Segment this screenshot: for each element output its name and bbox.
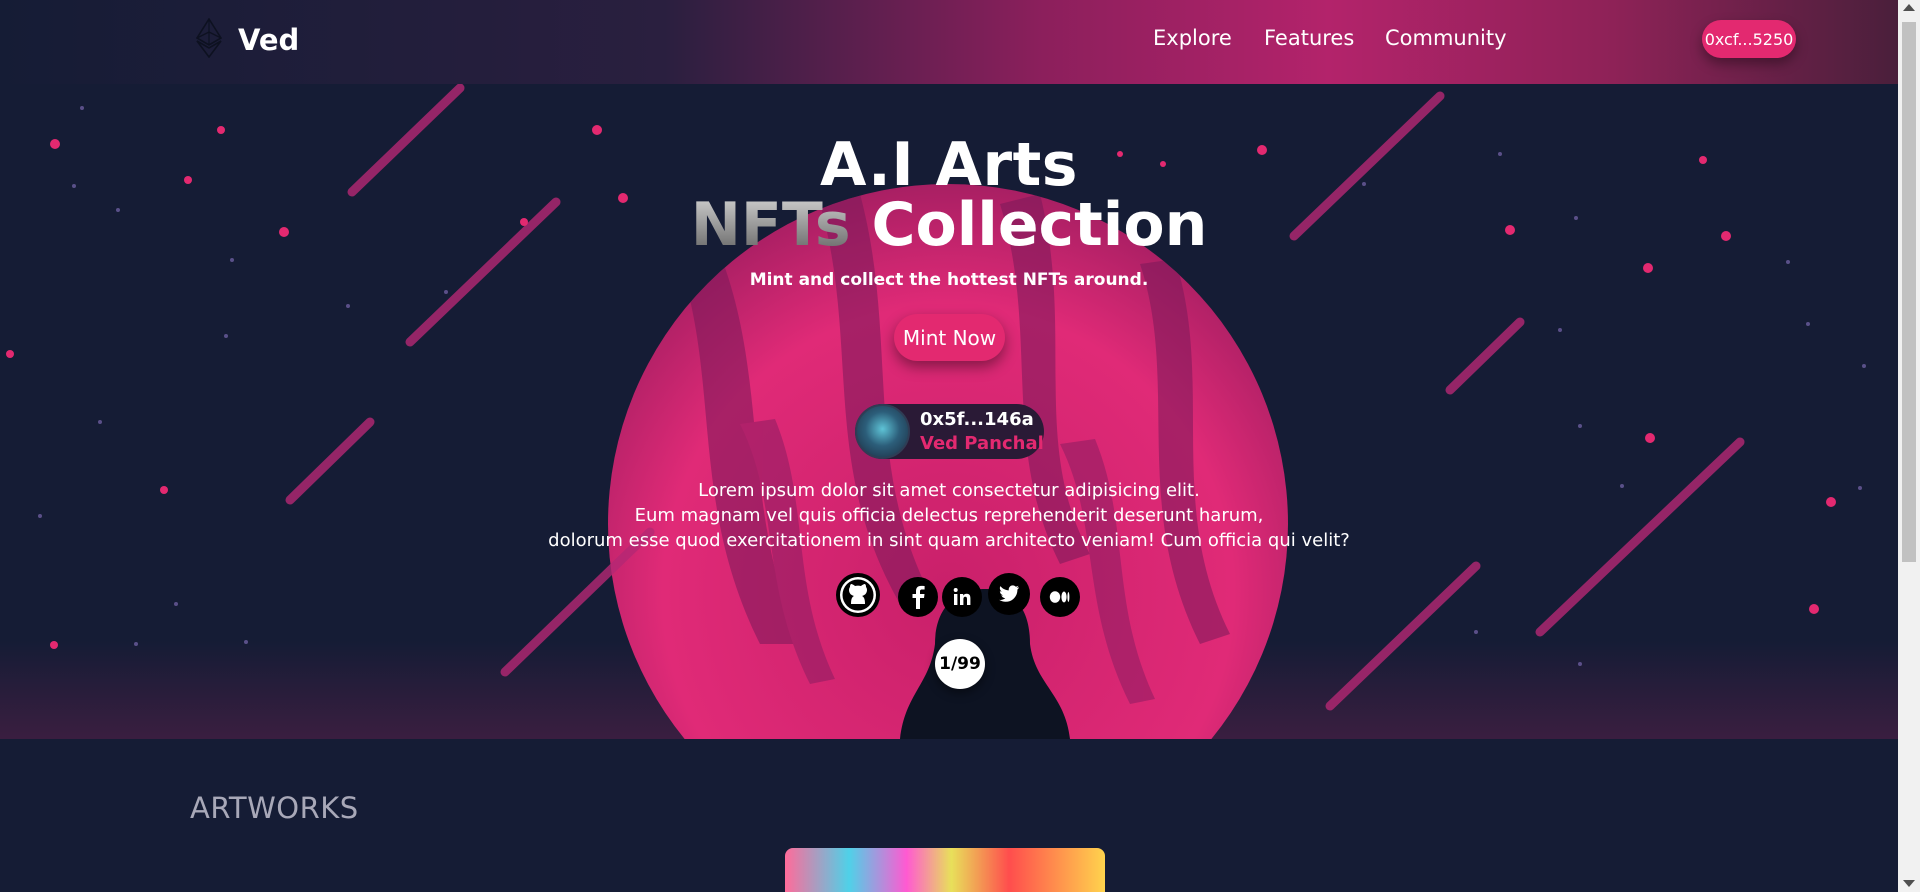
page-scrollbar[interactable] <box>1898 0 1920 892</box>
wallet-address-button[interactable]: 0xcf...5250 <box>1702 20 1796 58</box>
nav-explore[interactable]: Explore <box>1153 26 1232 50</box>
scroll-up-icon[interactable] <box>1903 4 1915 11</box>
scrollbar-thumb[interactable] <box>1902 22 1916 562</box>
facebook-icon[interactable] <box>898 577 938 617</box>
ethereum-icon <box>195 17 223 62</box>
medium-icon[interactable] <box>1040 577 1080 617</box>
hero-title-line2: NFTs Collection <box>0 190 1898 260</box>
mint-now-button[interactable]: Mint Now <box>894 314 1005 361</box>
nav-community[interactable]: Community <box>1385 26 1507 50</box>
logo[interactable]: Ved <box>195 17 300 62</box>
hero-description: Lorem ipsum dolor sit amet consectetur a… <box>0 478 1898 553</box>
owner-info: 0x5f...146a Ved Panchal <box>920 408 1044 456</box>
page: Ved Explore Features Community 0xcf...52… <box>0 0 1920 892</box>
artwork-card-image[interactable] <box>785 848 1105 892</box>
hero-subtitle: Mint and collect the hottest NFTs around… <box>749 270 1149 290</box>
owner-card[interactable]: 0x5f...146a Ved Panchal <box>855 404 1044 459</box>
logo-text: Ved <box>238 23 300 57</box>
header: Ved Explore Features Community 0xcf...52… <box>0 0 1898 84</box>
nav-features[interactable]: Features <box>1264 26 1354 50</box>
description-line: Eum magnam vel quis officia delectus rep… <box>634 505 1264 526</box>
hero-section: A.I Arts NFTs Collection Mint and collec… <box>0 84 1898 739</box>
description-line: dolorum esse quod exercitationem in sint… <box>548 530 1350 551</box>
owner-address: 0x5f...146a <box>920 408 1034 430</box>
github-icon[interactable] <box>836 573 880 617</box>
owner-name: Ved Panchal <box>920 432 1044 454</box>
avatar <box>855 404 910 459</box>
scroll-down-icon[interactable] <box>1903 880 1915 887</box>
mint-counter-badge: 1/99 <box>935 639 985 689</box>
hero-title-rest: Collection <box>871 190 1208 260</box>
twitter-icon[interactable] <box>988 573 1030 615</box>
linkedin-icon[interactable] <box>942 577 982 617</box>
artworks-heading: ARTWORKS <box>190 791 359 825</box>
description-line: Lorem ipsum dolor sit amet consectetur a… <box>698 480 1200 501</box>
hero-title-accent: NFTs <box>690 190 851 260</box>
